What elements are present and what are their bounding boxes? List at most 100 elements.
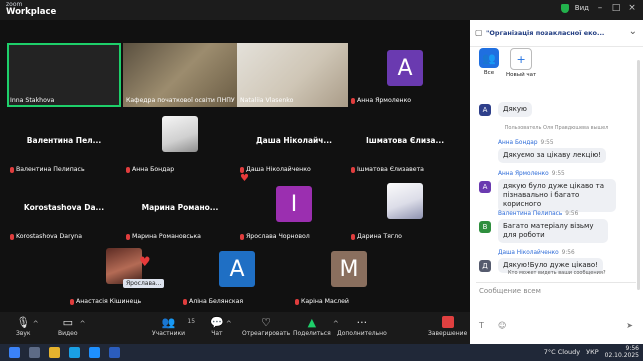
participant-name: Korostashova Daryna — [16, 233, 82, 240]
chevron-down-icon[interactable]: ⌄ — [629, 26, 637, 37]
word-icon[interactable] — [109, 347, 120, 358]
participant-tile[interactable]: А Анна Ярмоленко — [348, 43, 462, 107]
avatar: А — [219, 251, 255, 287]
profile-photo — [162, 116, 198, 152]
participant-big-name: Ішматова Єлиза... — [365, 136, 445, 145]
chat-title[interactable]: "Організація позакласної еко... — [486, 29, 616, 37]
participant-tile[interactable]: М Каріна Маслей — [292, 244, 406, 308]
microphone-icon: 🎙 — [16, 316, 31, 329]
minimize-icon[interactable]: – — [595, 3, 605, 13]
avatar: А — [387, 50, 423, 86]
format-text-icon[interactable]: T — [479, 321, 484, 330]
participant-big-name: Korostashova Da... — [23, 203, 105, 212]
video-button[interactable]: ▭ Видео ^ — [58, 316, 86, 337]
language[interactable]: УКР — [586, 348, 599, 356]
participant-tile[interactable]: Даша Ніколайч... Даша Ніколайченко — [237, 112, 351, 176]
avatar: В — [479, 221, 491, 233]
participants-label: Участники — [152, 330, 186, 337]
message-bubble: Дякую — [498, 102, 532, 117]
participant-tile[interactable]: Валентина Пел... Валентина Пелипась — [7, 112, 121, 176]
send-icon[interactable]: ➤ — [626, 321, 633, 330]
search-icon[interactable] — [29, 347, 40, 358]
tab-new-chat[interactable]: + Новый чат — [506, 48, 536, 78]
tab-new-label: Новый чат — [506, 72, 537, 78]
shield-icon[interactable] — [560, 3, 569, 13]
clock-date: 02.10.2025 — [604, 352, 639, 359]
participant-name: Анна Ярмоленко — [357, 97, 412, 104]
react-label: Отреагировать — [242, 330, 291, 337]
participant-name: Марина Романовська — [132, 233, 201, 240]
participant-name: Анастасія Кішинець — [76, 298, 142, 305]
message-sender: Анна Бондар 9:55 — [498, 140, 554, 146]
participant-big-name: Даша Ніколайч... — [256, 136, 332, 145]
participants-icon: 👥 — [161, 316, 176, 329]
maximize-icon[interactable]: □ — [611, 3, 621, 13]
heart-reaction-icon: ♥ — [240, 173, 249, 184]
chevron-up-icon[interactable]: ^ — [226, 320, 232, 328]
start-icon[interactable] — [9, 347, 20, 358]
folder-icon[interactable] — [49, 347, 60, 358]
reaction-badge: Ярослава... — [123, 279, 165, 288]
sender-name: Даша Ніколайченко — [498, 250, 559, 256]
react-button[interactable]: ♡ Отреагировать — [242, 316, 290, 337]
zoom-icon[interactable] — [89, 347, 100, 358]
chevron-up-icon[interactable]: ^ — [33, 320, 39, 328]
share-screen-icon: ▲ — [307, 316, 317, 329]
message-bubble: дякую було дуже цікаво та пізнавально і … — [498, 179, 616, 212]
message-bubble: Багато матеріалу візьму для роботи — [498, 219, 608, 243]
participant-tile[interactable]: Дарина Тягло — [348, 179, 462, 243]
video-tile[interactable]: Inna Stakhova — [7, 43, 121, 107]
close-icon[interactable]: × — [627, 3, 637, 13]
message-sender: Даша Ніколайченко 9:56 — [498, 250, 575, 256]
heart-reaction-icon: ♥ — [139, 255, 151, 270]
message-sender: Валентина Пелипась 9:56 — [498, 211, 578, 217]
message-bubble: Дякуємо за цікаву лекцію! — [498, 148, 607, 163]
participant-tile[interactable]: I Ярослава Чорновол — [237, 179, 351, 243]
participant-name: Ярослава Чорновол — [246, 233, 310, 240]
avatar: Д — [479, 260, 491, 272]
video-label: Видео — [58, 330, 78, 337]
participant-name: Дарина Тягло — [357, 233, 402, 240]
weather[interactable]: 7°C Cloudy — [544, 348, 580, 356]
chevron-up-icon[interactable]: ^ — [80, 320, 86, 328]
participant-tile[interactable]: Ішматова Єлиза... Ішматова Єлизавета — [348, 112, 462, 176]
message-input-placeholder: Сообщение всем — [479, 287, 541, 295]
leave-button[interactable]: Завершение — [428, 316, 467, 337]
participant-tile[interactable]: А Аліна Белянская — [180, 244, 294, 308]
participants-button[interactable]: 👥 Участники 15 — [152, 316, 195, 337]
sender-name: Анна Бондар — [498, 140, 538, 146]
camera-icon: ▭ — [62, 316, 73, 329]
participant-tile[interactable]: Ярослава... Анастасія Кішинець — [67, 244, 181, 308]
participant-name: Nataliia Vlasenko — [240, 97, 294, 104]
chat-button[interactable]: 💬 Чат ^ — [210, 316, 232, 337]
chat-label: Чат — [211, 330, 223, 337]
gallery-view: Inna Stakhova Кафедра початкової освіти … — [0, 20, 470, 312]
clock[interactable]: 9:56 02.10.2025 — [605, 345, 639, 359]
participant-name: Ішматова Єлизавета — [357, 166, 424, 173]
more-button[interactable]: ··· Дополнительно — [337, 316, 387, 337]
clock-time: 9:56 — [625, 345, 639, 352]
more-label: Дополнительно — [337, 330, 387, 337]
mic-muted-icon — [10, 233, 14, 240]
emoji-icon[interactable]: ☺ — [498, 321, 506, 330]
mic-muted-icon — [295, 298, 299, 305]
tab-all-label: Все — [483, 70, 495, 76]
message-time: 9:56 — [565, 211, 579, 217]
view-button[interactable]: Вид — [575, 4, 589, 12]
participant-name: Inna Stakhova — [10, 97, 55, 104]
audio-button[interactable]: 🎙 Звук ^ — [16, 316, 39, 337]
tab-all[interactable]: 👥 Все — [479, 48, 499, 76]
who-can-see-link[interactable]: Кто может видеть ваши сообщения? — [508, 270, 606, 276]
avatar: А — [479, 181, 491, 193]
video-tile[interactable]: Кафедра початкової освіти ПНПУ — [123, 43, 237, 107]
mic-muted-icon — [240, 166, 244, 173]
share-button[interactable]: ▲ Поделиться ^ — [293, 316, 339, 337]
participant-tile[interactable]: Марина Романо... Марина Романовська — [123, 179, 237, 243]
participant-tile[interactable]: Korostashova Da... Korostashova Daryna — [7, 179, 121, 243]
more-icon: ··· — [356, 316, 368, 329]
edge-icon[interactable] — [69, 347, 80, 358]
participant-tile[interactable]: Анна Бондар — [123, 112, 237, 176]
video-tile[interactable]: Nataliia Vlasenko — [237, 43, 351, 107]
mic-muted-icon — [126, 166, 130, 173]
message-input[interactable]: Сообщение всем T ☺ ➤ — [476, 282, 636, 333]
